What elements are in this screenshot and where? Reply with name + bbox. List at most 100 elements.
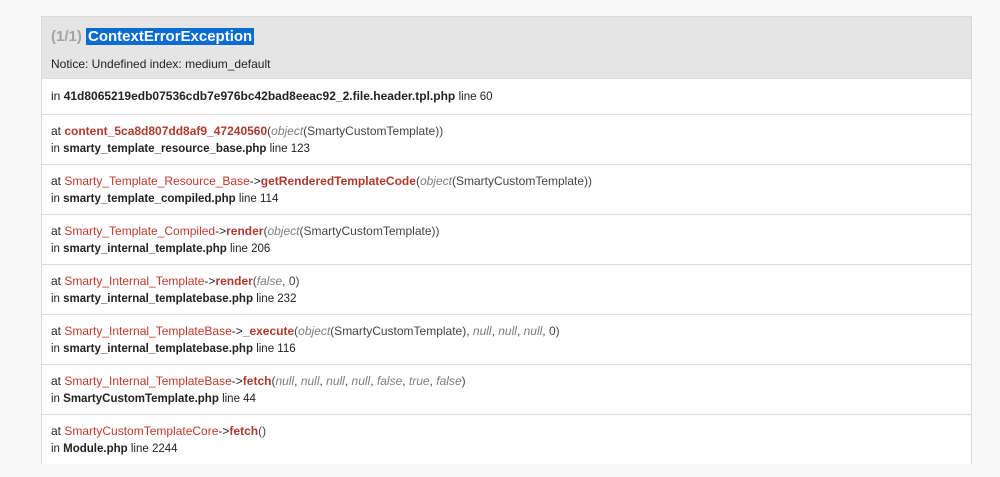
- at-label: at: [51, 224, 65, 238]
- frame-class[interactable]: Smarty_Internal_TemplateBase: [64, 374, 231, 388]
- frame-location: in smarty_internal_template.php line 206: [51, 240, 962, 258]
- trace-file: SmartyCustomTemplate.php: [63, 393, 219, 405]
- at-label: at: [51, 124, 65, 138]
- in-label: in: [51, 343, 64, 355]
- in-label: in: [51, 243, 64, 255]
- frame-arguments: (null, null, null, null, false, true, fa…: [271, 374, 466, 388]
- argument: object: [298, 324, 331, 338]
- trace-line: line 206: [229, 243, 271, 255]
- trace-file: smarty_internal_templatebase.php: [63, 293, 253, 305]
- in-label: in: [51, 293, 64, 305]
- frame-location: in smarty_internal_templatebase.php line…: [51, 340, 962, 358]
- trace-frame: at content_5ca8d807dd8af9_47240560(objec…: [42, 114, 971, 164]
- frame-function: content_5ca8d807dd8af9_47240560: [64, 124, 268, 138]
- frame-function: render: [215, 274, 253, 288]
- trace-file: smarty_internal_templatebase.php: [63, 343, 253, 355]
- frame-arguments: (object(SmartyCustomTemplate), null, nul…: [294, 324, 560, 338]
- frame-function: fetch: [229, 424, 259, 438]
- frame-arguments: (object(SmartyCustomTemplate)): [415, 174, 592, 188]
- trace-origin: in 41d8065219edb07536cdb7e976bc42bad8eea…: [42, 78, 971, 114]
- frame-call: at Smarty_Internal_TemplateBase->_execut…: [51, 322, 962, 340]
- argument: ,: [402, 374, 409, 388]
- exception-message: Notice: Undefined index: medium_default: [51, 57, 271, 71]
- trace-file: 41d8065219edb07536cdb7e976bc42bad8eeac92…: [63, 89, 456, 103]
- frame-class[interactable]: Smarty_Template_Compiled: [64, 224, 215, 238]
- frame-arguments: (): [258, 424, 267, 438]
- frame-function: _execute: [242, 324, 295, 338]
- frame-location: in Module.php line 2244: [51, 440, 962, 458]
- trace-line: line 60: [458, 91, 493, 103]
- argument: null: [351, 374, 371, 388]
- trace-frame: at SmartyCustomTemplateCore->fetch() in M…: [42, 414, 971, 464]
- trace-frame: at Smarty_Internal_Template->render(fals…: [42, 264, 971, 314]
- frame-class[interactable]: Smarty_Template_Resource_Base: [64, 174, 249, 188]
- argument: ,: [294, 374, 301, 388]
- frame-location: in smarty_internal_templatebase.php line…: [51, 290, 962, 308]
- trace-frame: at Smarty_Template_Resource_Base->getRen…: [42, 164, 971, 214]
- argument: true: [408, 374, 430, 388]
- frame-call: at content_5ca8d807dd8af9_47240560(objec…: [51, 122, 962, 140]
- argument: null: [275, 374, 295, 388]
- frame-class[interactable]: Smarty_Internal_Template: [64, 274, 204, 288]
- in-label: in: [51, 193, 64, 205]
- argument: null: [300, 374, 320, 388]
- at-label: at: [51, 274, 65, 288]
- argument: ,: [370, 374, 377, 388]
- argument: ,: [516, 324, 524, 338]
- argument: (SmartyCustomTemplate),: [330, 324, 473, 338]
- frame-function: render: [226, 224, 264, 238]
- trace-file: Module.php: [63, 443, 128, 455]
- frame-location: in smarty_template_compiled.php line 114: [51, 190, 962, 208]
- argument: null: [472, 324, 492, 338]
- argument: false: [376, 374, 403, 388]
- trace-line: line 44: [222, 393, 256, 405]
- frame-function: fetch: [242, 374, 272, 388]
- argument: (SmartyCustomTemplate): [451, 174, 588, 188]
- call-arrow: ->: [215, 224, 227, 238]
- at-label: at: [51, 374, 65, 388]
- at-label: at: [51, 424, 65, 438]
- frame-arguments: (false, 0): [252, 274, 300, 288]
- frame-call: at Smarty_Template_Resource_Base->getRen…: [51, 172, 962, 190]
- frame-class[interactable]: Smarty_Internal_TemplateBase: [64, 324, 231, 338]
- argument: (SmartyCustomTemplate): [299, 224, 436, 238]
- at-label: at: [51, 174, 65, 188]
- exception-count: (1/1): [51, 28, 82, 45]
- trace-line: line 114: [238, 193, 279, 205]
- in-label: in: [51, 143, 64, 155]
- trace-line: line 123: [269, 143, 310, 155]
- frame-call: at Smarty_Template_Compiled->render(obje…: [51, 222, 962, 240]
- frame-call: at Smarty_Internal_Template->render(fals…: [51, 272, 962, 290]
- argument: object: [419, 174, 452, 188]
- argument: false: [256, 274, 283, 288]
- exception-class-name[interactable]: ContextErrorException: [86, 28, 255, 45]
- argument: , 0: [542, 324, 556, 338]
- frame-location: in SmartyCustomTemplate.php line 44: [51, 390, 962, 408]
- trace-frame: at Smarty_Internal_TemplateBase->_execut…: [42, 314, 971, 364]
- trace-file: smarty_template_resource_base.php: [63, 143, 267, 155]
- argument: null: [523, 324, 543, 338]
- at-label: at: [51, 324, 65, 338]
- in-label: in: [51, 443, 64, 455]
- argument: , 0: [282, 274, 296, 288]
- trace-file: smarty_internal_template.php: [63, 243, 227, 255]
- frame-location: in smarty_template_resource_base.php lin…: [51, 140, 962, 158]
- stack-trace: at content_5ca8d807dd8af9_47240560(objec…: [42, 114, 971, 464]
- argument: object: [271, 124, 304, 138]
- frame-function: getRenderedTemplateCode: [260, 174, 416, 188]
- frame-call: at SmartyCustomTemplateCore->fetch(): [51, 422, 962, 440]
- frame-class[interactable]: SmartyCustomTemplateCore: [64, 424, 218, 438]
- exception-panel: (1/1) ContextErrorException Notice: Unde…: [41, 16, 972, 464]
- frame-arguments: (object(SmartyCustomTemplate)): [263, 224, 440, 238]
- argument: (SmartyCustomTemplate): [303, 124, 440, 138]
- frame-call: at Smarty_Internal_TemplateBase->fetch(n…: [51, 372, 962, 390]
- argument: null: [498, 324, 517, 338]
- trace-frame: at Smarty_Internal_TemplateBase->fetch(n…: [42, 364, 971, 414]
- trace-line: line 2244: [130, 443, 178, 455]
- frame-arguments: (object(SmartyCustomTemplate)): [267, 124, 444, 138]
- in-label: in: [51, 393, 64, 405]
- trace-frame: at Smarty_Template_Compiled->render(obje…: [42, 214, 971, 264]
- call-arrow: ->: [231, 374, 243, 388]
- argument: false: [436, 374, 462, 388]
- exception-header: (1/1) ContextErrorException Notice: Unde…: [42, 17, 971, 78]
